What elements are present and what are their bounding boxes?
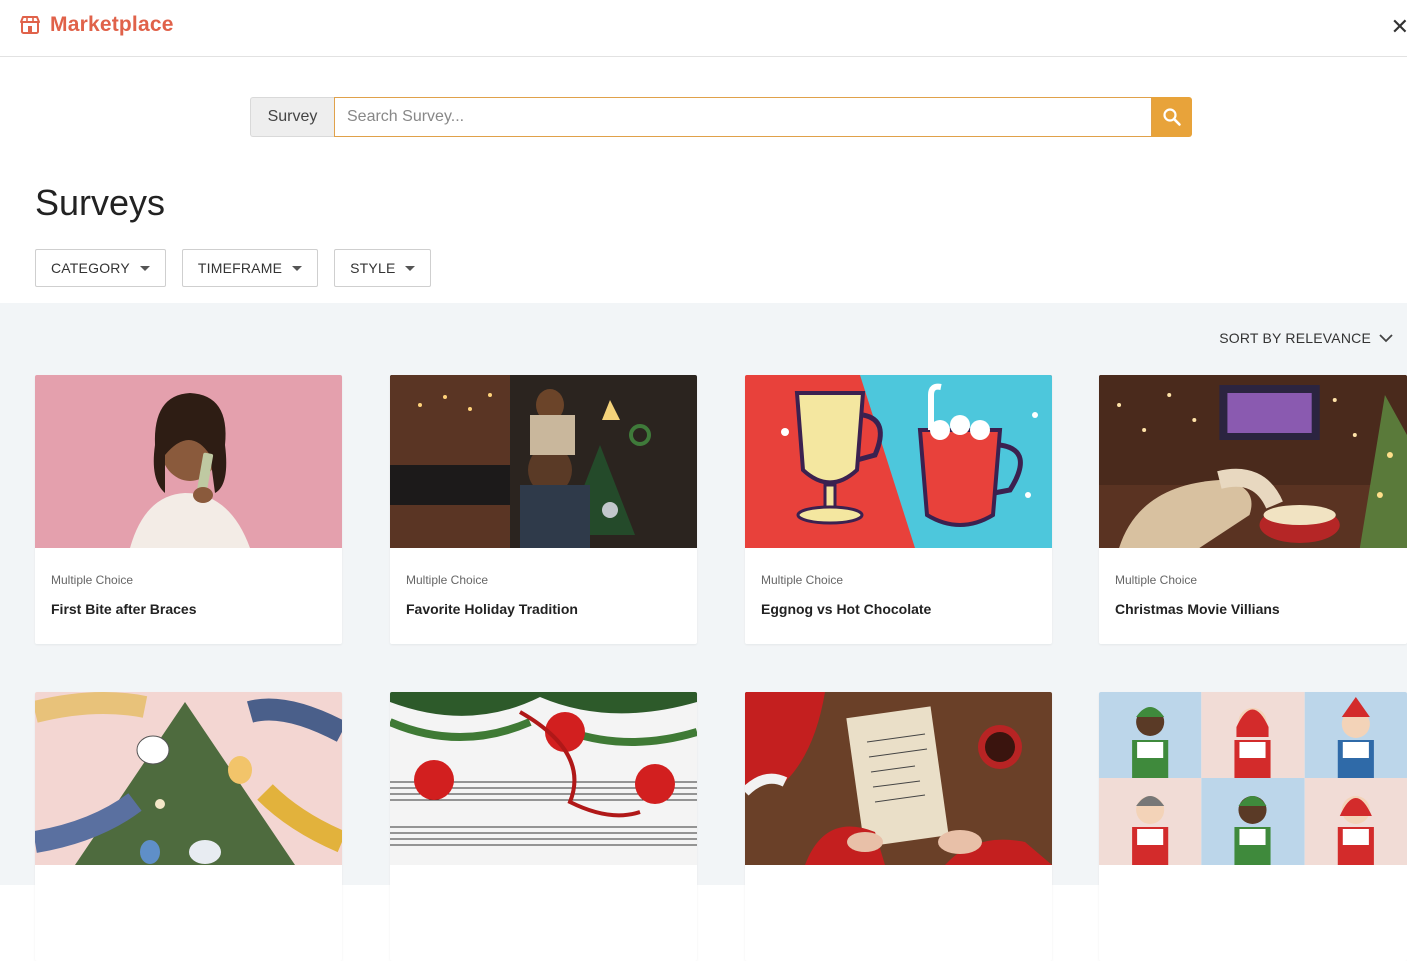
sort-label: SORT BY RELEVANCE: [1219, 330, 1371, 346]
survey-card[interactable]: [745, 692, 1052, 961]
chevron-down-icon: [1379, 334, 1393, 343]
caret-down-icon: [405, 265, 416, 271]
survey-card[interactable]: Multiple Choice Christmas Movie Villians: [1099, 375, 1407, 644]
card-title: First Bite after Braces: [51, 601, 197, 617]
card-thumbnail: [1099, 375, 1407, 548]
card-title: Favorite Holiday Tradition: [406, 601, 578, 617]
card-thumbnail: [1099, 692, 1407, 865]
survey-card[interactable]: [35, 692, 342, 961]
search-bar: Survey: [250, 97, 1192, 137]
filter-label: STYLE: [350, 260, 396, 276]
storefront-icon: [20, 16, 40, 34]
card-thumbnail: [745, 692, 1052, 865]
card-thumbnail: [390, 692, 697, 865]
top-bar: Marketplace ✕: [0, 0, 1407, 57]
card-type: Multiple Choice: [406, 573, 489, 587]
survey-card[interactable]: Multiple Choice Favorite Holiday Traditi…: [390, 375, 697, 644]
sort-dropdown[interactable]: SORT BY RELEVANCE: [1219, 330, 1393, 346]
card-thumbnail: [745, 375, 1052, 548]
survey-card[interactable]: [390, 692, 697, 961]
card-title: Eggnog vs Hot Chocolate: [761, 601, 932, 617]
card-type: Multiple Choice: [51, 573, 134, 587]
category-filter-button[interactable]: CATEGORY: [35, 249, 166, 287]
card-title: Christmas Movie Villians: [1115, 601, 1280, 617]
filter-label: CATEGORY: [51, 260, 130, 276]
search-input[interactable]: [334, 97, 1152, 137]
style-filter-button[interactable]: STYLE: [334, 249, 432, 287]
brand-title: Marketplace: [50, 13, 174, 36]
filter-label: TIMEFRAME: [197, 260, 283, 276]
survey-card[interactable]: Multiple Choice First Bite after Braces: [35, 375, 342, 644]
survey-card[interactable]: [1099, 692, 1407, 961]
card-thumbnail: [35, 692, 342, 865]
card-type: Multiple Choice: [761, 573, 844, 587]
card-thumbnail: [390, 375, 697, 548]
card-type: Multiple Choice: [1115, 573, 1198, 587]
page-title: Surveys: [35, 182, 166, 223]
caret-down-icon: [139, 265, 150, 271]
brand-link[interactable]: Marketplace: [20, 13, 174, 37]
search-button[interactable]: [1152, 97, 1192, 137]
results-area: SORT BY RELEVANCE Multiple Choice First …: [0, 303, 1407, 961]
survey-card[interactable]: Multiple Choice Eggnog vs Hot Chocolate: [745, 375, 1052, 644]
card-thumbnail: [35, 375, 342, 548]
timeframe-filter-button[interactable]: TIMEFRAME: [181, 249, 319, 287]
filter-bar: CATEGORY TIMEFRAME STYLE: [35, 249, 432, 287]
caret-down-icon: [292, 265, 303, 271]
search-scope-label: Survey: [250, 97, 334, 137]
search-icon: [1163, 108, 1181, 126]
close-icon[interactable]: ✕: [1391, 14, 1407, 40]
